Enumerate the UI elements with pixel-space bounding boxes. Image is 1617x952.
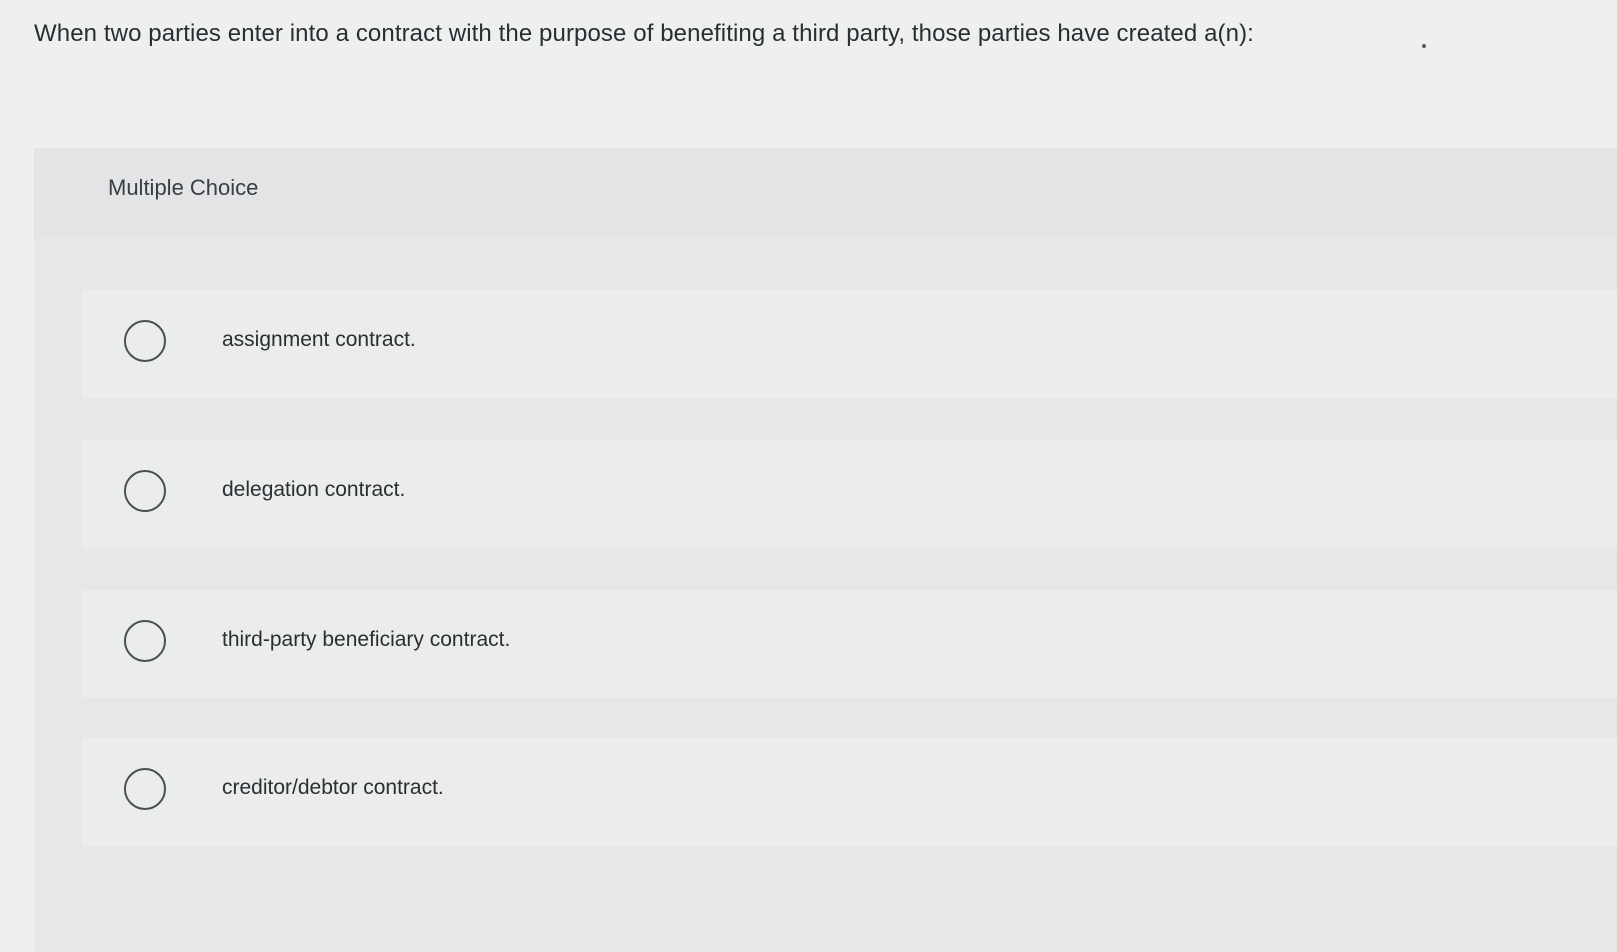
radio-button[interactable] <box>124 768 166 810</box>
answer-option-4[interactable]: creditor/debtor contract. <box>82 738 1617 846</box>
multiple-choice-panel: Multiple Choice assignment contract. del… <box>34 148 1617 952</box>
answer-option-label: creditor/debtor contract. <box>222 776 444 799</box>
answer-option-3[interactable]: third-party beneficiary contract. <box>82 590 1617 698</box>
answer-option-1[interactable]: assignment contract. <box>82 290 1617 398</box>
question-text: When two parties enter into a contract w… <box>34 20 1254 47</box>
panel-header: Multiple Choice <box>34 148 1617 238</box>
panel-title: Multiple Choice <box>108 175 259 200</box>
radio-button[interactable] <box>124 620 166 662</box>
answer-option-label: assignment contract. <box>222 328 416 351</box>
answer-option-2[interactable]: delegation contract. <box>82 440 1617 548</box>
radio-button[interactable] <box>124 320 166 362</box>
answer-option-label: third-party beneficiary contract. <box>222 628 511 651</box>
question-marker-dot <box>1422 44 1426 48</box>
radio-button[interactable] <box>124 470 166 512</box>
answer-option-label: delegation contract. <box>222 478 406 501</box>
